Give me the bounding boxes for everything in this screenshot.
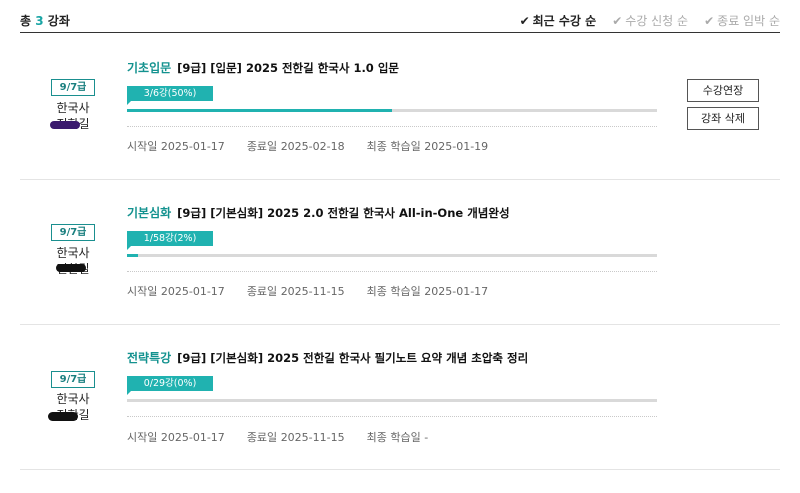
total-count: 총 3 강좌 (20, 14, 70, 28)
progress-bar (127, 109, 657, 112)
progress-label: 0/29강(0%) (127, 376, 213, 395)
divider (127, 416, 657, 417)
sort-ending-soon[interactable]: ✔ 종료 임박 순 (704, 12, 780, 29)
redaction-mark (56, 264, 86, 272)
redaction-mark (48, 412, 78, 421)
subject-name: 한국사 (56, 101, 90, 115)
check-icon: ✔ (612, 14, 623, 28)
course-title: [9급] [입문] 2025 전한길 한국사 1.0 입문 (177, 61, 399, 75)
divider (127, 126, 657, 127)
end-date: 2025-11-15 (280, 285, 345, 298)
check-icon: ✔ (704, 14, 715, 28)
course-title: [9급] [기본심화] 2025 2.0 전한길 한국사 All-in-One … (177, 206, 510, 220)
last-study-date: - (424, 431, 429, 444)
start-date: 2025-01-17 (160, 431, 225, 444)
check-icon: ✔ (519, 14, 530, 28)
list-header: 총 3 강좌 ✔ 최근 수강 순 ✔ 수강 신청 순 ✔ 종료 임박 순 (20, 0, 780, 33)
divider (127, 271, 657, 272)
start-date: 2025-01-17 (160, 285, 225, 298)
course-title-link[interactable]: 기본심화 [9급] [기본심화] 2025 2.0 전한길 한국사 All-in-… (127, 204, 510, 221)
end-date: 2025-11-15 (280, 431, 345, 444)
course-title-link[interactable]: 기초입문 [9급] [입문] 2025 전한길 한국사 1.0 입문 (127, 59, 399, 76)
course-category: 기초입문 (127, 61, 172, 75)
course-title-link[interactable]: 전략특강 [9급] [기본심화] 2025 전한길 한국사 필기노트 요약 개념 … (127, 349, 528, 366)
progress-label: 3/6강(50%) (127, 86, 213, 105)
subject-name: 한국사 (56, 392, 90, 406)
last-study-date: 2025-01-19 (424, 140, 489, 153)
course-item: 9/7급 한국사 전한길 전략특강[9급] [기본심화] 2025 전한길 한국… (20, 324, 780, 470)
start-date: 2025-01-17 (160, 140, 225, 153)
redaction-mark (50, 121, 80, 129)
progress-fill (127, 254, 138, 257)
course-title: [9급] [기본심화] 2025 전한길 한국사 필기노트 요약 개념 초압축 … (177, 351, 529, 365)
last-study-date: 2025-01-17 (424, 285, 489, 298)
course-category: 기본심화 (127, 206, 172, 220)
course-item: 9/7급 한국사 전한길 기본심화[9급] [기본심화] 2025 2.0 전한… (20, 179, 780, 325)
delete-course-button[interactable]: 강좌 삭제 (687, 107, 759, 130)
grade-badge: 9/7급 (51, 79, 95, 96)
sort-enroll-date[interactable]: ✔ 수강 신청 순 (612, 12, 688, 29)
sort-options: ✔ 최근 수강 순 ✔ 수강 신청 순 ✔ 종료 임박 순 (520, 12, 780, 29)
progress-label: 1/58강(2%) (127, 231, 213, 250)
course-category: 전략특강 (127, 351, 172, 365)
subject-name: 한국사 (56, 246, 90, 260)
progress-bar (127, 399, 657, 402)
extend-button[interactable]: 수강연장 (687, 79, 759, 102)
course-count: 3 (35, 14, 44, 28)
course-dates: 시작일 2025-01-17 종료일 2025-11-15 최종 학습일 2025-… (127, 285, 489, 298)
course-dates: 시작일 2025-01-17 종료일 2025-11-15 최종 학습일 - (127, 431, 429, 444)
course-dates: 시작일 2025-01-17 종료일 2025-02-18 최종 학습일 2025-… (127, 140, 489, 153)
progress-fill (127, 109, 392, 112)
progress-bar (127, 254, 657, 257)
sort-recent-study[interactable]: ✔ 최근 수강 순 (520, 12, 597, 29)
grade-badge: 9/7급 (51, 371, 95, 388)
course-item: 9/7급 한국사 전한길 기초입문[9급] [입문] 2025 전한길 한국사 … (20, 34, 780, 180)
grade-badge: 9/7급 (51, 224, 95, 241)
end-date: 2025-02-18 (280, 140, 345, 153)
